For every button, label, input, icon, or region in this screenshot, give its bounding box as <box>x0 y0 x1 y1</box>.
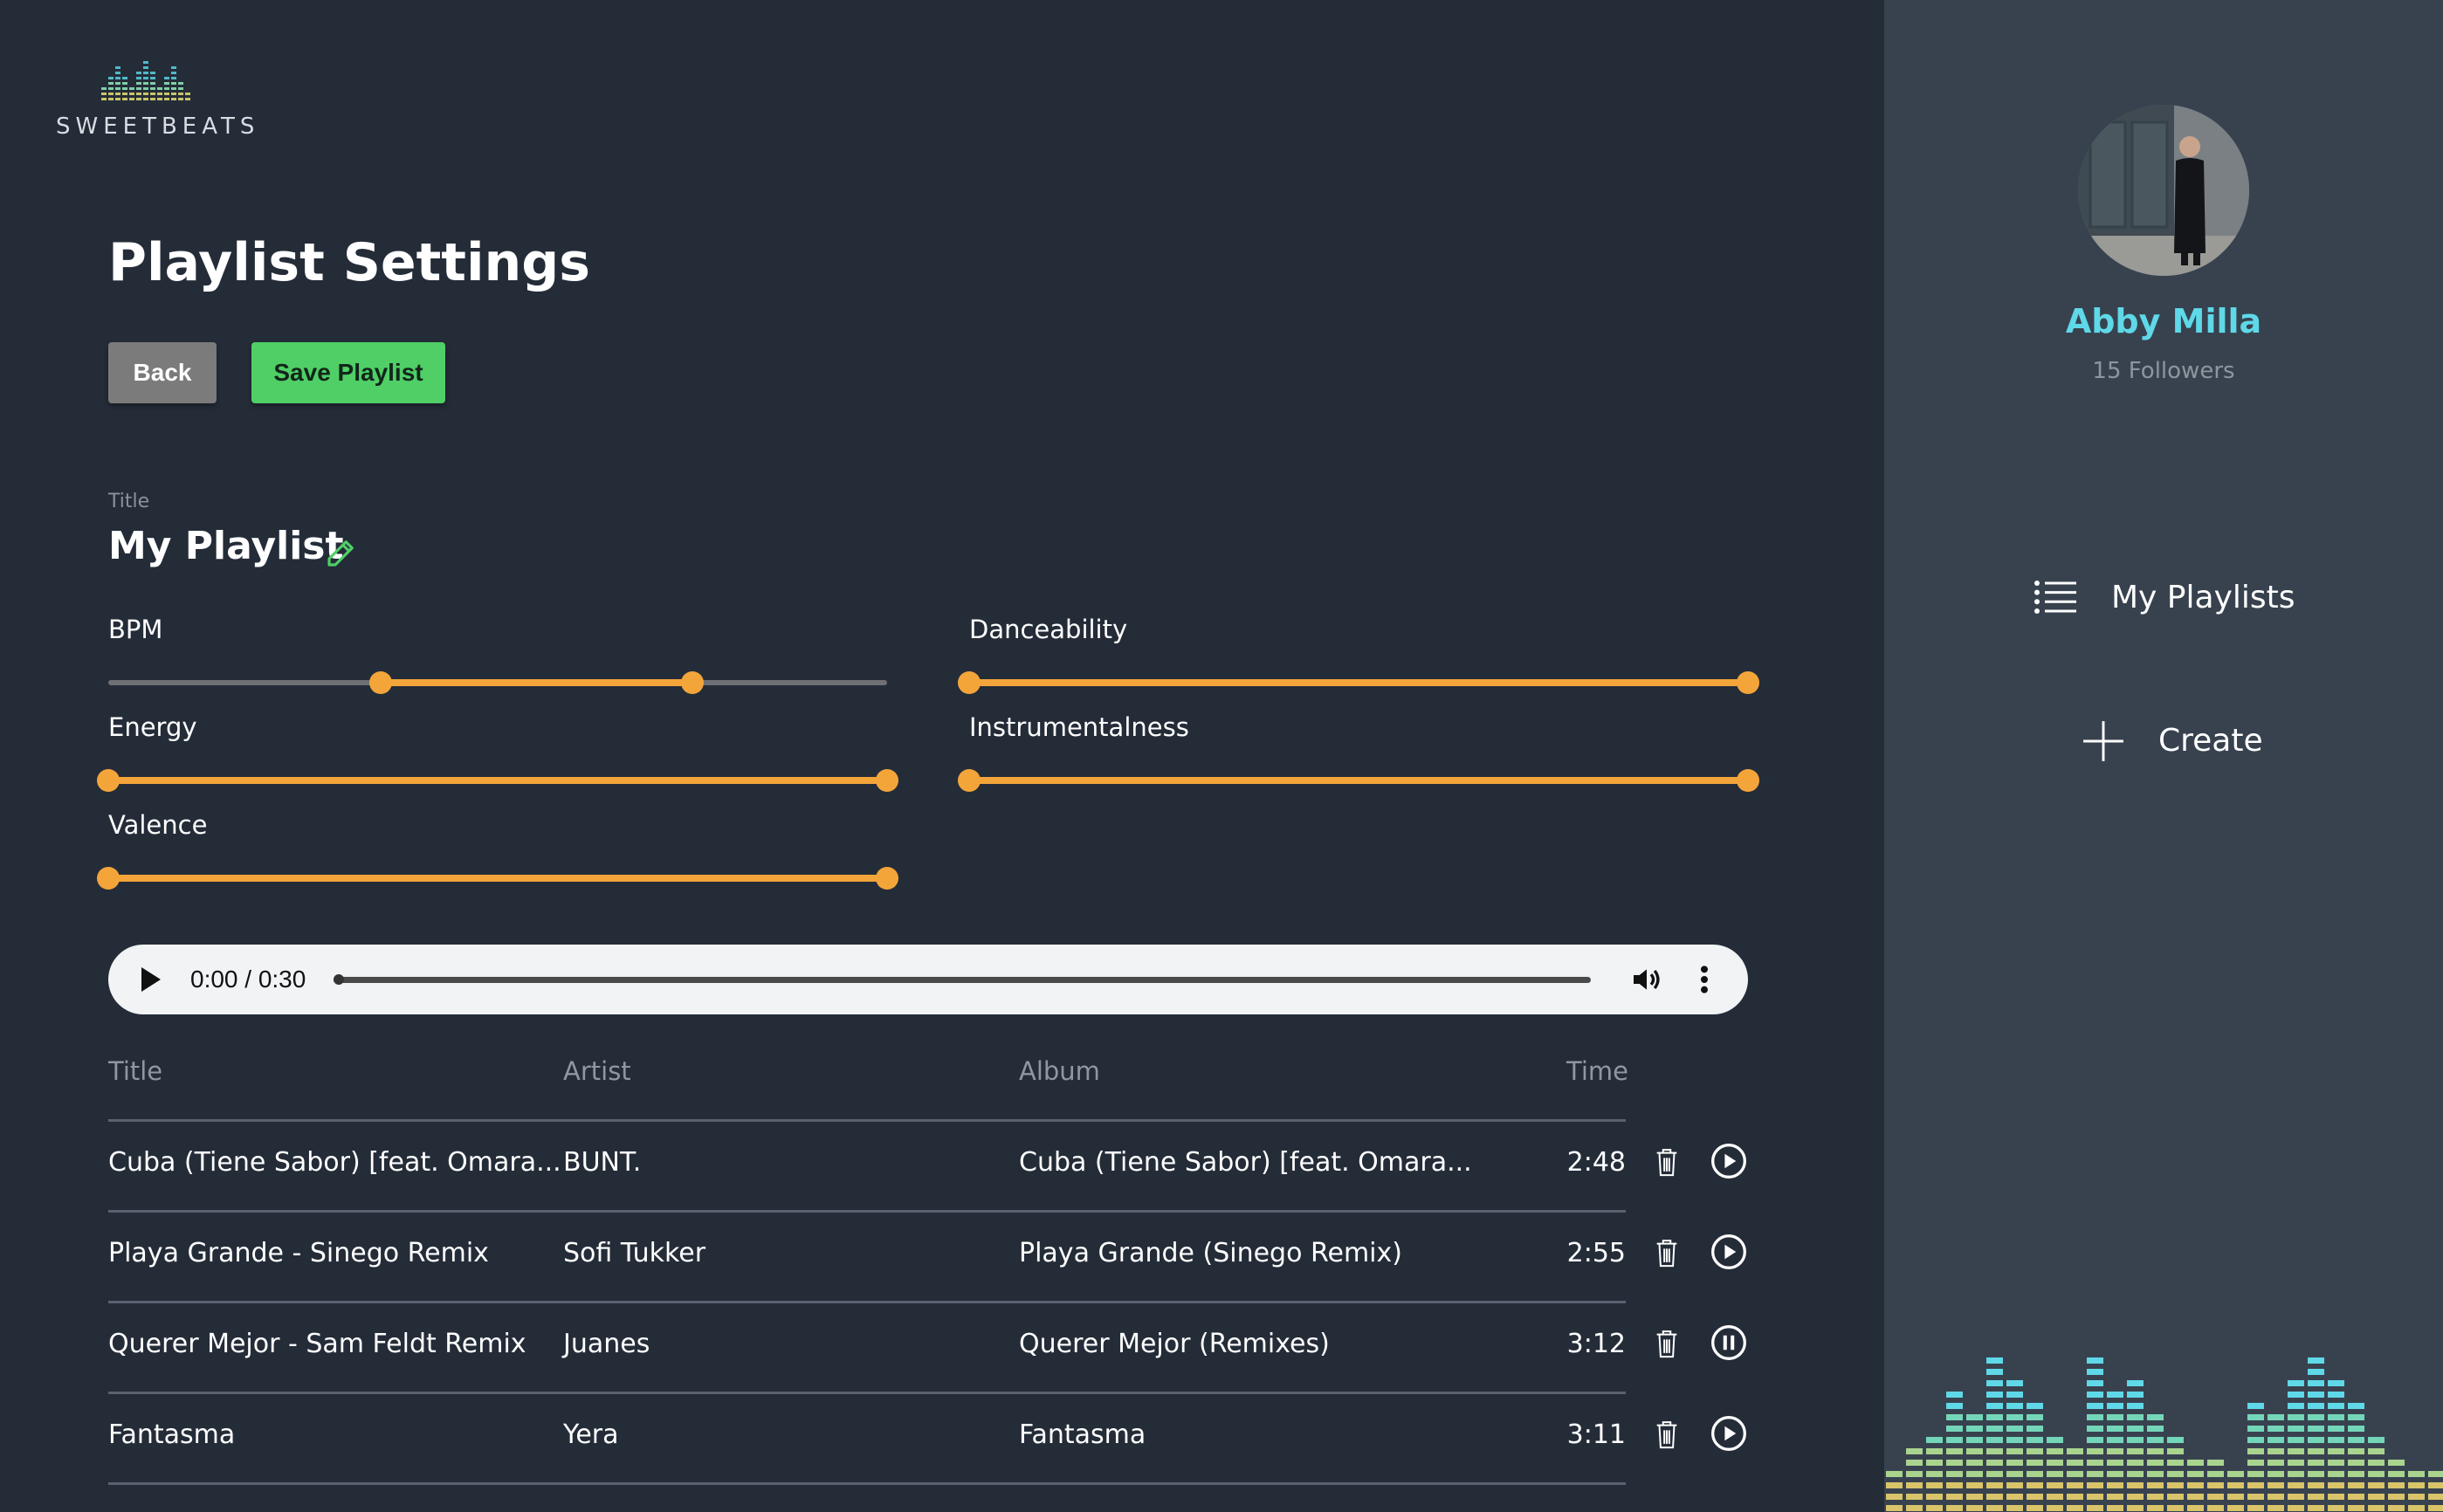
instrumentalness-label: Instrumentalness <box>969 712 1189 742</box>
play-circle-icon[interactable] <box>1710 1414 1748 1453</box>
table-row[interactable]: Querer Mejor - Sam Feldt Remix Juanes Qu… <box>108 1301 1748 1392</box>
track-time: 3:12 <box>1566 1329 1626 1359</box>
slider-fill <box>969 679 1748 686</box>
track-album: Querer Mejor (Remixes) <box>1019 1329 1330 1359</box>
playback-time: 0:00 / 0:30 <box>190 966 306 993</box>
instrumentalness-min-thumb[interactable] <box>958 769 981 792</box>
back-button[interactable]: Back <box>108 342 217 403</box>
page-title: Playlist Settings <box>108 232 590 293</box>
energy-range-slider[interactable] <box>97 767 898 794</box>
valence-label: Valence <box>108 810 208 840</box>
avatar[interactable] <box>2078 105 2249 276</box>
main-panel: SWEETBEATS Playlist Settings Back Save P… <box>0 0 1884 1512</box>
column-header-title[interactable]: Title <box>108 1056 162 1086</box>
title-caption: Title <box>108 491 150 512</box>
nav-label: My Playlists <box>2111 580 2295 615</box>
track-album: Fantasma <box>1019 1419 1146 1450</box>
danceability-label: Danceability <box>969 615 1128 644</box>
column-header-time[interactable]: Time <box>1566 1056 1628 1086</box>
instrumentalness-range-slider[interactable] <box>958 767 1759 794</box>
valence-max-thumb[interactable] <box>876 867 898 890</box>
row-divider <box>108 1482 1626 1485</box>
playlist-name: My Playlist <box>108 524 344 568</box>
row-divider <box>108 1301 1626 1303</box>
column-header-artist[interactable]: Artist <box>563 1056 631 1086</box>
play-circle-icon[interactable] <box>1710 1142 1748 1180</box>
instrumentalness-max-thumb[interactable] <box>1737 769 1759 792</box>
play-icon[interactable] <box>141 967 161 992</box>
energy-max-thumb[interactable] <box>876 769 898 792</box>
slider-fill <box>108 777 887 784</box>
play-circle-icon[interactable] <box>1710 1233 1748 1271</box>
valence-range-slider[interactable] <box>97 865 898 891</box>
row-divider <box>108 1210 1626 1213</box>
save-playlist-button[interactable]: Save Playlist <box>251 342 445 403</box>
user-sidebar: Abby Milla 15 Followers My Playlists Cre… <box>1884 0 2443 1512</box>
user-name[interactable]: Abby Milla <box>1884 302 2443 340</box>
user-photo-image <box>2078 105 2249 276</box>
edit-pencil-icon[interactable] <box>323 534 360 571</box>
track-album: Cuba (Tiene Sabor) [feat. Omara... <box>1019 1147 1472 1178</box>
track-title: Cuba (Tiene Sabor) [feat. Omara... <box>108 1147 561 1178</box>
slider-fill <box>108 875 887 882</box>
follower-count: 15 Followers <box>2092 358 2235 384</box>
column-header-album[interactable]: Album <box>1019 1056 1100 1086</box>
energy-label: Energy <box>108 712 197 742</box>
energy-min-thumb[interactable] <box>97 769 120 792</box>
trash-icon[interactable] <box>1652 1327 1682 1362</box>
equalizer-decoration-icon <box>1886 1357 2443 1511</box>
trash-icon[interactable] <box>1652 1418 1682 1453</box>
track-artist: Sofi Tukker <box>563 1238 706 1268</box>
volume-icon[interactable] <box>1629 962 1664 997</box>
track-artist: BUNT. <box>563 1147 642 1178</box>
table-row[interactable]: Playa Grande - Sinego Remix Sofi Tukker … <box>108 1210 1748 1301</box>
list-icon <box>2034 581 2076 614</box>
track-title: Fantasma <box>108 1419 236 1450</box>
trash-icon[interactable] <box>1652 1145 1682 1180</box>
playback-progress-bar[interactable] <box>334 974 1591 985</box>
track-time: 2:48 <box>1566 1147 1626 1178</box>
danceability-range-slider[interactable] <box>958 670 1759 696</box>
table-row[interactable]: Fantasma Yera Fantasma 3:11 <box>108 1392 1748 1482</box>
bpm-min-thumb[interactable] <box>369 671 393 694</box>
more-options-icon[interactable] <box>1696 962 1713 997</box>
bpm-label: BPM <box>108 615 163 644</box>
track-artist: Juanes <box>563 1329 650 1359</box>
track-album: Playa Grande (Sinego Remix) <box>1019 1238 1402 1268</box>
slider-fill <box>969 777 1748 784</box>
pause-circle-icon[interactable] <box>1710 1323 1748 1362</box>
audio-player: 0:00 / 0:30 <box>108 945 1748 1014</box>
slider-fill <box>381 679 692 686</box>
equalizer-logo-icon <box>101 61 190 100</box>
table-row[interactable]: Cuba (Tiene Sabor) [feat. Omara... BUNT.… <box>108 1119 1748 1210</box>
nav-my-playlists[interactable]: My Playlists <box>2033 571 2312 627</box>
row-divider <box>108 1119 1626 1122</box>
track-title: Querer Mejor - Sam Feldt Remix <box>108 1329 526 1359</box>
danceability-min-thumb[interactable] <box>958 671 981 694</box>
nav-label: Create <box>2158 723 2263 759</box>
nav-create[interactable]: Create <box>2082 714 2291 770</box>
danceability-max-thumb[interactable] <box>1737 671 1759 694</box>
track-time: 2:55 <box>1566 1238 1626 1268</box>
track-title: Playa Grande - Sinego Remix <box>108 1238 489 1268</box>
track-time: 3:11 <box>1566 1419 1626 1450</box>
row-divider <box>108 1392 1626 1394</box>
sweetbeats-logo[interactable]: SWEETBEATS <box>54 45 254 141</box>
trash-icon[interactable] <box>1652 1236 1682 1271</box>
progress-knob[interactable] <box>334 974 344 985</box>
bpm-max-thumb[interactable] <box>681 671 704 694</box>
valence-min-thumb[interactable] <box>97 867 120 890</box>
bpm-range-slider[interactable] <box>108 670 887 696</box>
track-artist: Yera <box>563 1419 619 1450</box>
brand-name: SWEETBEATS <box>56 113 260 140</box>
plus-icon <box>2083 721 2123 761</box>
